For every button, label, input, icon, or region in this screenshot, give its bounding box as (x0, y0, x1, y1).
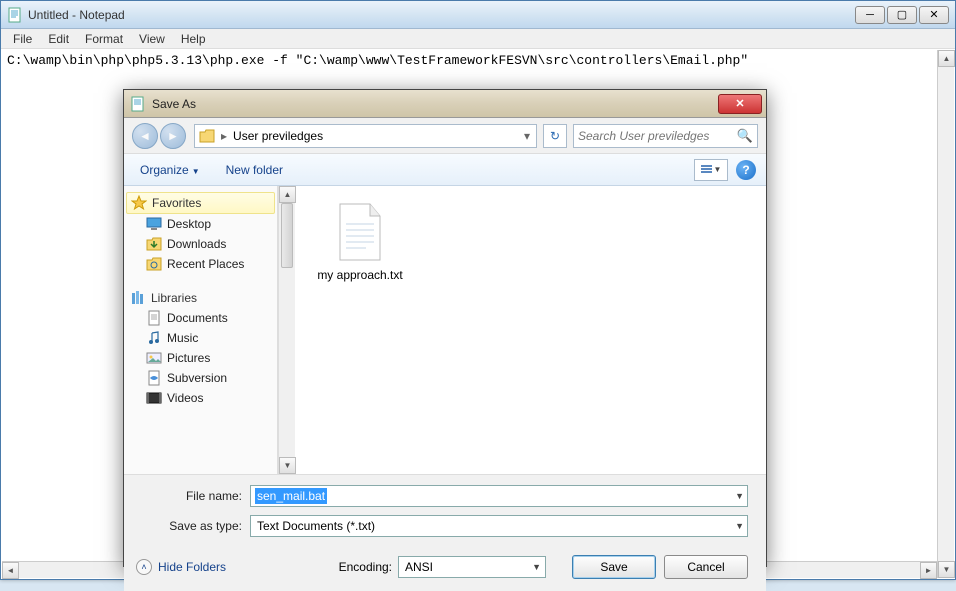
chevron-up-icon: ˄ (136, 559, 152, 575)
encoding-value: ANSI (405, 560, 433, 574)
notepad-titlebar[interactable]: Untitled - Notepad ─ ▢ ✕ (1, 1, 955, 29)
videos-icon (146, 390, 162, 406)
dialog-footer: ˄ Hide Folders Encoding: ANSI ▼ Save Can… (124, 545, 766, 591)
nav-item-desktop[interactable]: Desktop (126, 214, 275, 234)
save-button[interactable]: Save (572, 555, 656, 579)
breadcrumb-dropdown-icon[interactable]: ▾ (522, 129, 532, 143)
saveas-app-icon (130, 96, 146, 112)
file-list[interactable]: my approach.txt (295, 186, 766, 474)
nav-item-videos[interactable]: Videos (126, 388, 275, 408)
menu-edit[interactable]: Edit (40, 30, 77, 48)
star-icon (131, 195, 147, 211)
filename-label: File name: (142, 489, 250, 503)
views-icon (701, 165, 712, 175)
savetype-select[interactable]: Text Documents (*.txt) ▼ (250, 515, 748, 537)
maximize-button[interactable]: ▢ (887, 6, 917, 24)
nav-item-downloads[interactable]: Downloads (126, 234, 275, 254)
nav-item-documents[interactable]: Documents (126, 308, 275, 328)
breadcrumb[interactable]: ▸ User previledges ▾ (194, 124, 537, 148)
nav-item-music[interactable]: Music (126, 328, 275, 348)
scroll-up-icon[interactable]: ▲ (279, 186, 296, 203)
organize-button[interactable]: Organize▼ (134, 160, 206, 180)
nav-item-recent[interactable]: Recent Places (126, 254, 275, 274)
chevron-down-icon: ▼ (714, 165, 722, 174)
scroll-right-icon[interactable]: ► (920, 562, 937, 579)
refresh-button[interactable]: ↻ (543, 124, 567, 148)
hide-folders-button[interactable]: ˄ Hide Folders (136, 559, 226, 575)
saveas-close-button[interactable]: ✕ (718, 94, 762, 114)
scroll-down-icon[interactable]: ▼ (938, 561, 955, 578)
nav-favorites-label: Favorites (152, 196, 201, 210)
nav-favorites-header[interactable]: Favorites (126, 192, 275, 214)
nav-pane: Favorites Desktop Downloads Recent Place… (124, 186, 278, 474)
file-item[interactable]: my approach.txt (315, 200, 405, 282)
encoding-select[interactable]: ANSI ▼ (398, 556, 546, 578)
notepad-app-icon (7, 7, 23, 23)
menu-file[interactable]: File (5, 30, 40, 48)
scrollbar-thumb[interactable] (281, 203, 293, 268)
cancel-button[interactable]: Cancel (664, 555, 748, 579)
nav-libraries-label: Libraries (151, 291, 197, 305)
encoding-label: Encoding: (339, 560, 392, 574)
savetype-value: Text Documents (*.txt) (255, 518, 377, 534)
breadcrumb-location[interactable]: User previledges (233, 129, 323, 143)
notepad-textarea[interactable]: C:\wamp\bin\php\php5.3.13\php.exe -f "C:… (1, 49, 955, 72)
menu-view[interactable]: View (131, 30, 173, 48)
chevron-down-icon: ▼ (192, 167, 200, 176)
help-button[interactable]: ? (736, 160, 756, 180)
nav-back-button[interactable]: ◄ (132, 123, 158, 149)
scroll-down-icon[interactable]: ▼ (279, 457, 296, 474)
minimize-button[interactable]: ─ (855, 6, 885, 24)
filename-value: sen_mail.bat (255, 488, 327, 504)
documents-icon (146, 310, 162, 326)
menu-format[interactable]: Format (77, 30, 131, 48)
pictures-icon (146, 350, 162, 366)
view-options-button[interactable]: ▼ (694, 159, 728, 181)
savetype-label: Save as type: (142, 519, 250, 533)
nav-item-pictures[interactable]: Pictures (126, 348, 275, 368)
save-fields: File name: sen_mail.bat ▼ Save as type: … (124, 474, 766, 537)
menu-help[interactable]: Help (173, 30, 214, 48)
nav-forward-button[interactable]: ► (160, 123, 186, 149)
folder-icon (199, 128, 215, 144)
dropdown-icon[interactable]: ▼ (735, 491, 744, 501)
recent-icon (146, 256, 162, 272)
vertical-scrollbar[interactable]: ▲ ▼ (937, 50, 954, 578)
dropdown-icon[interactable]: ▼ (735, 521, 744, 531)
subversion-icon (146, 370, 162, 386)
desktop-icon (146, 216, 162, 232)
dialog-body: Favorites Desktop Downloads Recent Place… (124, 186, 766, 474)
search-box[interactable]: 🔍 (573, 124, 758, 148)
file-name: my approach.txt (315, 268, 405, 282)
saveas-dialog: Save As ✕ ◄ ► ▸ User previledges ▾ ↻ 🔍 O… (123, 89, 767, 567)
libraries-icon (130, 290, 146, 306)
saveas-titlebar[interactable]: Save As ✕ (124, 90, 766, 118)
music-icon (146, 330, 162, 346)
path-bar: ◄ ► ▸ User previledges ▾ ↻ 🔍 (124, 118, 766, 154)
search-icon[interactable]: 🔍 (737, 128, 753, 144)
search-input[interactable] (578, 129, 737, 143)
dropdown-icon[interactable]: ▼ (532, 562, 541, 572)
nav-scrollbar[interactable]: ▲ ▼ (278, 186, 295, 474)
scroll-up-icon[interactable]: ▲ (938, 50, 955, 67)
notepad-menubar: File Edit Format View Help (1, 29, 955, 49)
scroll-left-icon[interactable]: ◄ (2, 562, 19, 579)
saveas-title: Save As (152, 97, 718, 111)
filename-input[interactable]: sen_mail.bat ▼ (250, 485, 748, 507)
close-button[interactable]: ✕ (919, 6, 949, 24)
notepad-title: Untitled - Notepad (28, 8, 853, 22)
nav-libraries-header[interactable]: Libraries (126, 288, 275, 308)
new-folder-button[interactable]: New folder (220, 160, 289, 180)
text-file-icon (328, 200, 392, 264)
nav-item-subversion[interactable]: Subversion (126, 368, 275, 388)
downloads-icon (146, 236, 162, 252)
chevron-right-icon[interactable]: ▸ (219, 129, 229, 143)
window-controls: ─ ▢ ✕ (853, 6, 949, 24)
dialog-toolbar: Organize▼ New folder ▼ ? (124, 154, 766, 186)
